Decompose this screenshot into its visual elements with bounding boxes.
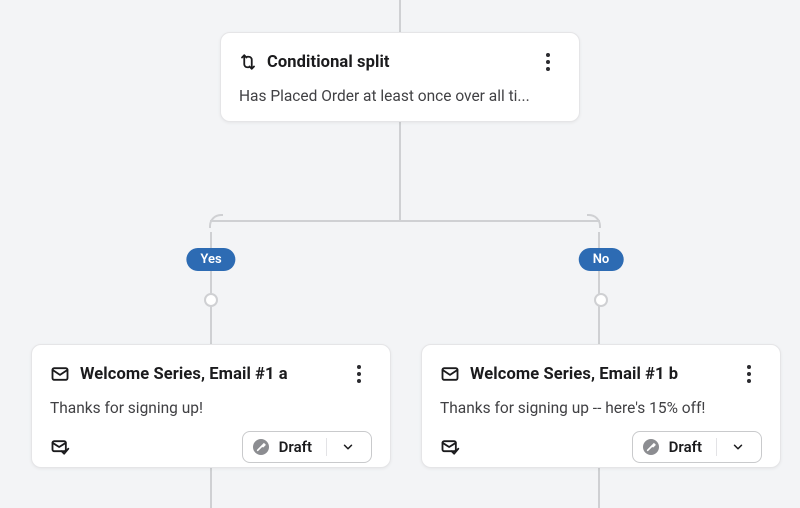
mail-icon	[50, 364, 70, 384]
node-title: Welcome Series, Email #1 a	[80, 365, 288, 384]
connector-line	[210, 220, 600, 222]
conditional-split-node[interactable]: Conditional split Has Placed Order at le…	[220, 32, 580, 122]
status-label: Draft	[669, 438, 702, 456]
email-preview-text: Thanks for signing up!	[50, 399, 372, 417]
connector-node	[204, 293, 218, 307]
draft-status-icon	[253, 439, 269, 455]
split-arrows-icon	[239, 53, 257, 71]
connector-node	[594, 293, 608, 307]
connector-line	[399, 0, 401, 32]
connector-line	[210, 468, 212, 508]
email-node-a[interactable]: Welcome Series, Email #1 a Thanks for si…	[31, 344, 391, 468]
node-title: Welcome Series, Email #1 b	[470, 365, 678, 384]
mail-icon	[440, 364, 460, 384]
email-preview-text: Thanks for signing up -- here's 15% off!	[440, 399, 762, 417]
status-dropdown[interactable]: Draft	[242, 431, 372, 463]
branch-label-yes: Yes	[186, 248, 235, 271]
kebab-icon	[357, 365, 361, 383]
mail-sent-icon	[440, 437, 460, 457]
node-title: Conditional split	[267, 53, 390, 72]
chevron-down-icon	[716, 438, 751, 456]
node-menu-button[interactable]	[736, 361, 762, 387]
node-menu-button[interactable]	[346, 361, 372, 387]
email-node-b[interactable]: Welcome Series, Email #1 b Thanks for si…	[421, 344, 781, 468]
status-label: Draft	[279, 438, 312, 456]
connector-line	[598, 468, 600, 508]
branch-label-no: No	[579, 248, 624, 271]
status-dropdown[interactable]: Draft	[632, 431, 762, 463]
chevron-down-icon	[326, 438, 361, 456]
draft-status-icon	[643, 439, 659, 455]
split-condition-text: Has Placed Order at least once over all …	[239, 87, 561, 105]
node-menu-button[interactable]	[535, 49, 561, 75]
kebab-icon	[546, 53, 550, 71]
flow-canvas: Yes No Conditional split Has Placed Orde…	[0, 0, 800, 508]
connector-line	[399, 122, 401, 220]
mail-sent-icon	[50, 437, 70, 457]
kebab-icon	[747, 365, 751, 383]
